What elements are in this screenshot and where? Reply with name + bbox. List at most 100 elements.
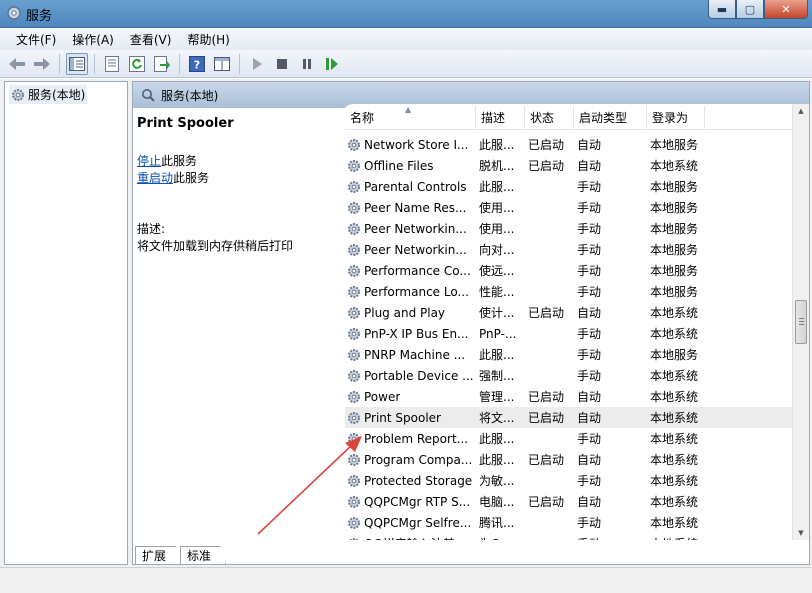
table-row[interactable]: Peer Networkin... 向对... 手动 本地服务 xyxy=(345,239,807,260)
table-row[interactable]: Portable Device ... 强制... 手动 本地系统 xyxy=(345,365,807,386)
stop-service-suffix: 此服务 xyxy=(161,154,198,168)
table-row[interactable]: Plug and Play 使计... 已启动 自动 本地系统 xyxy=(345,302,807,323)
service-description-cell: 此服... xyxy=(479,138,515,152)
maximize-button[interactable]: ▢ xyxy=(736,0,764,19)
console-tree: 服务(本地) xyxy=(4,81,128,565)
menu-help[interactable]: 帮助(H) xyxy=(179,31,237,48)
scrollbar-thumb[interactable] xyxy=(795,300,807,344)
table-row[interactable]: Program Compa... 此服... 已启动 自动 本地系统 xyxy=(345,449,807,470)
service-name-cell: Problem Report... xyxy=(345,432,474,446)
service-name-cell: Print Spooler xyxy=(345,411,474,425)
vertical-scrollbar[interactable]: ▲ ▼ xyxy=(792,104,809,540)
table-row[interactable]: PnP-X IP Bus En... PnP-... 手动 本地系统 xyxy=(345,323,807,344)
service-name-cell: PnP-X IP Bus En... xyxy=(345,327,474,341)
table-row[interactable]: Protected Storage 为敏... 手动 本地系统 xyxy=(345,470,807,491)
table-row[interactable]: Offline Files 脱机... 已启动 自动 本地系统 xyxy=(345,155,807,176)
menu-action[interactable]: 操作(A) xyxy=(64,31,122,48)
help-icon: ? xyxy=(189,55,205,72)
service-logon-cell: 本地服务 xyxy=(650,138,699,152)
column-header-startup-type[interactable]: 启动类型 xyxy=(574,105,647,130)
table-row[interactable]: Parental Controls 此服... 手动 本地服务 xyxy=(345,176,807,197)
tab-extended[interactable]: 扩展 xyxy=(135,546,182,564)
table-row[interactable]: Performance Co... 使远... 手动 本地服务 xyxy=(345,260,807,281)
service-name: Problem Report... xyxy=(364,431,469,446)
gear-icon xyxy=(348,180,360,193)
gear-icon xyxy=(348,348,360,361)
console-tree-button[interactable] xyxy=(66,52,88,75)
close-button[interactable]: ✕ xyxy=(764,0,808,19)
gear-icon xyxy=(348,222,360,235)
service-name: Portable Device ... xyxy=(364,368,474,383)
show-hide-action-pane-button[interactable] xyxy=(211,53,233,75)
table-row[interactable]: QQPCMgr Selfre... 腾讯... 手动 本地系统 xyxy=(345,512,807,533)
table-row[interactable]: Peer Networkin... 使用... 手动 本地服务 xyxy=(345,218,807,239)
service-status-cell: 已启动 xyxy=(528,495,565,509)
service-name: Parental Controls xyxy=(364,179,467,194)
stop-service-link[interactable]: 停止 xyxy=(137,154,161,168)
service-status-cell: 已启动 xyxy=(528,306,565,320)
service-description-cell: 使用... xyxy=(479,201,515,215)
table-row[interactable]: Power 管理... 已启动 自动 本地系统 xyxy=(345,386,807,407)
table-row[interactable]: Peer Name Res... 使用... 手动 本地服务 xyxy=(345,197,807,218)
table-row[interactable]: Print Spooler 将文... 已启动 自动 本地系统 xyxy=(345,407,807,428)
service-name: Print Spooler xyxy=(364,410,441,425)
service-name: Performance Co... xyxy=(364,263,471,278)
service-startup-type-cell: 手动 xyxy=(577,474,602,488)
gear-icon xyxy=(348,285,360,298)
service-name: PNRP Machine ... xyxy=(364,347,466,362)
tree-item-services-local[interactable]: 服务(本地) xyxy=(9,85,88,104)
action-pane-icon xyxy=(214,56,230,71)
service-description-cell: 此服... xyxy=(479,432,515,446)
service-status-cell: 已启动 xyxy=(528,138,565,152)
minimize-button[interactable]: ▬ xyxy=(708,0,736,19)
table-row[interactable]: Performance Lo... 性能... 手动 本地服务 xyxy=(345,281,807,302)
restart-service-button[interactable] xyxy=(321,53,343,75)
service-name: QQPCMgr RTP S... xyxy=(364,494,471,509)
service-startup-type-cell: 自动 xyxy=(577,411,602,425)
back-button[interactable] xyxy=(6,53,28,75)
column-header-description[interactable]: 描述 xyxy=(476,105,525,130)
service-startup-type-cell: 手动 xyxy=(577,369,602,383)
gear-icon xyxy=(348,201,360,214)
start-service-button[interactable] xyxy=(246,53,268,75)
scroll-down-icon[interactable]: ▼ xyxy=(793,526,809,540)
pause-service-button[interactable] xyxy=(296,53,318,75)
help-button[interactable]: ? xyxy=(186,53,208,75)
restart-service-suffix: 此服务 xyxy=(173,171,210,185)
menu-file[interactable]: 文件(F) xyxy=(8,31,64,48)
service-startup-type-cell: 自动 xyxy=(577,138,602,152)
pause-icon xyxy=(303,58,311,69)
restart-service-link[interactable]: 重启动 xyxy=(137,171,173,185)
table-row[interactable]: Network Store I... 此服... 已启动 自动 本地服务 xyxy=(345,134,807,155)
gear-icon xyxy=(12,88,24,101)
stop-service-button[interactable] xyxy=(271,53,293,75)
service-startup-type-cell: 手动 xyxy=(577,285,602,299)
service-status-cell: 已启动 xyxy=(528,411,565,425)
service-name-cell: Performance Co... xyxy=(345,264,474,278)
table-row[interactable]: PNRP Machine ... 此服... 手动 本地服务 xyxy=(345,344,807,365)
service-startup-type-cell: 手动 xyxy=(577,243,602,257)
table-row[interactable]: QQ拼音输入法基... 为Q... 手动本地系统 xyxy=(345,533,807,540)
menu-view[interactable]: 查看(V) xyxy=(122,31,180,48)
refresh-button[interactable] xyxy=(126,53,148,75)
column-header-status[interactable]: 状态 xyxy=(525,105,574,130)
stop-icon xyxy=(277,58,287,69)
column-header-name[interactable]: ▲ 名称 xyxy=(345,105,476,130)
properties-button[interactable] xyxy=(101,53,123,75)
service-status-cell: 已启动 xyxy=(528,159,565,173)
column-header-logon-as[interactable]: 登录为 xyxy=(647,105,705,130)
column-header-label: 名称 xyxy=(350,111,375,125)
toolbar: ? xyxy=(0,50,812,78)
scroll-up-icon[interactable]: ▲ xyxy=(793,104,809,118)
service-description-cell: 使计... xyxy=(479,306,515,320)
service-startup-type-cell: 自动 xyxy=(577,159,602,173)
export-list-button[interactable] xyxy=(151,53,173,75)
service-startup-type-cell: 自动 xyxy=(577,495,602,509)
tab-standard[interactable]: 标准 xyxy=(180,546,227,564)
table-row[interactable]: QQPCMgr RTP S... 电脑... 已启动 自动 本地系统 xyxy=(345,491,807,512)
service-description-cell: 性能... xyxy=(479,285,515,299)
table-row[interactable]: Problem Report... 此服... 手动 本地系统 xyxy=(345,428,807,449)
service-name: Peer Networkin... xyxy=(364,242,467,257)
service-description-cell: 此服... xyxy=(479,453,515,467)
forward-button[interactable] xyxy=(31,53,53,75)
